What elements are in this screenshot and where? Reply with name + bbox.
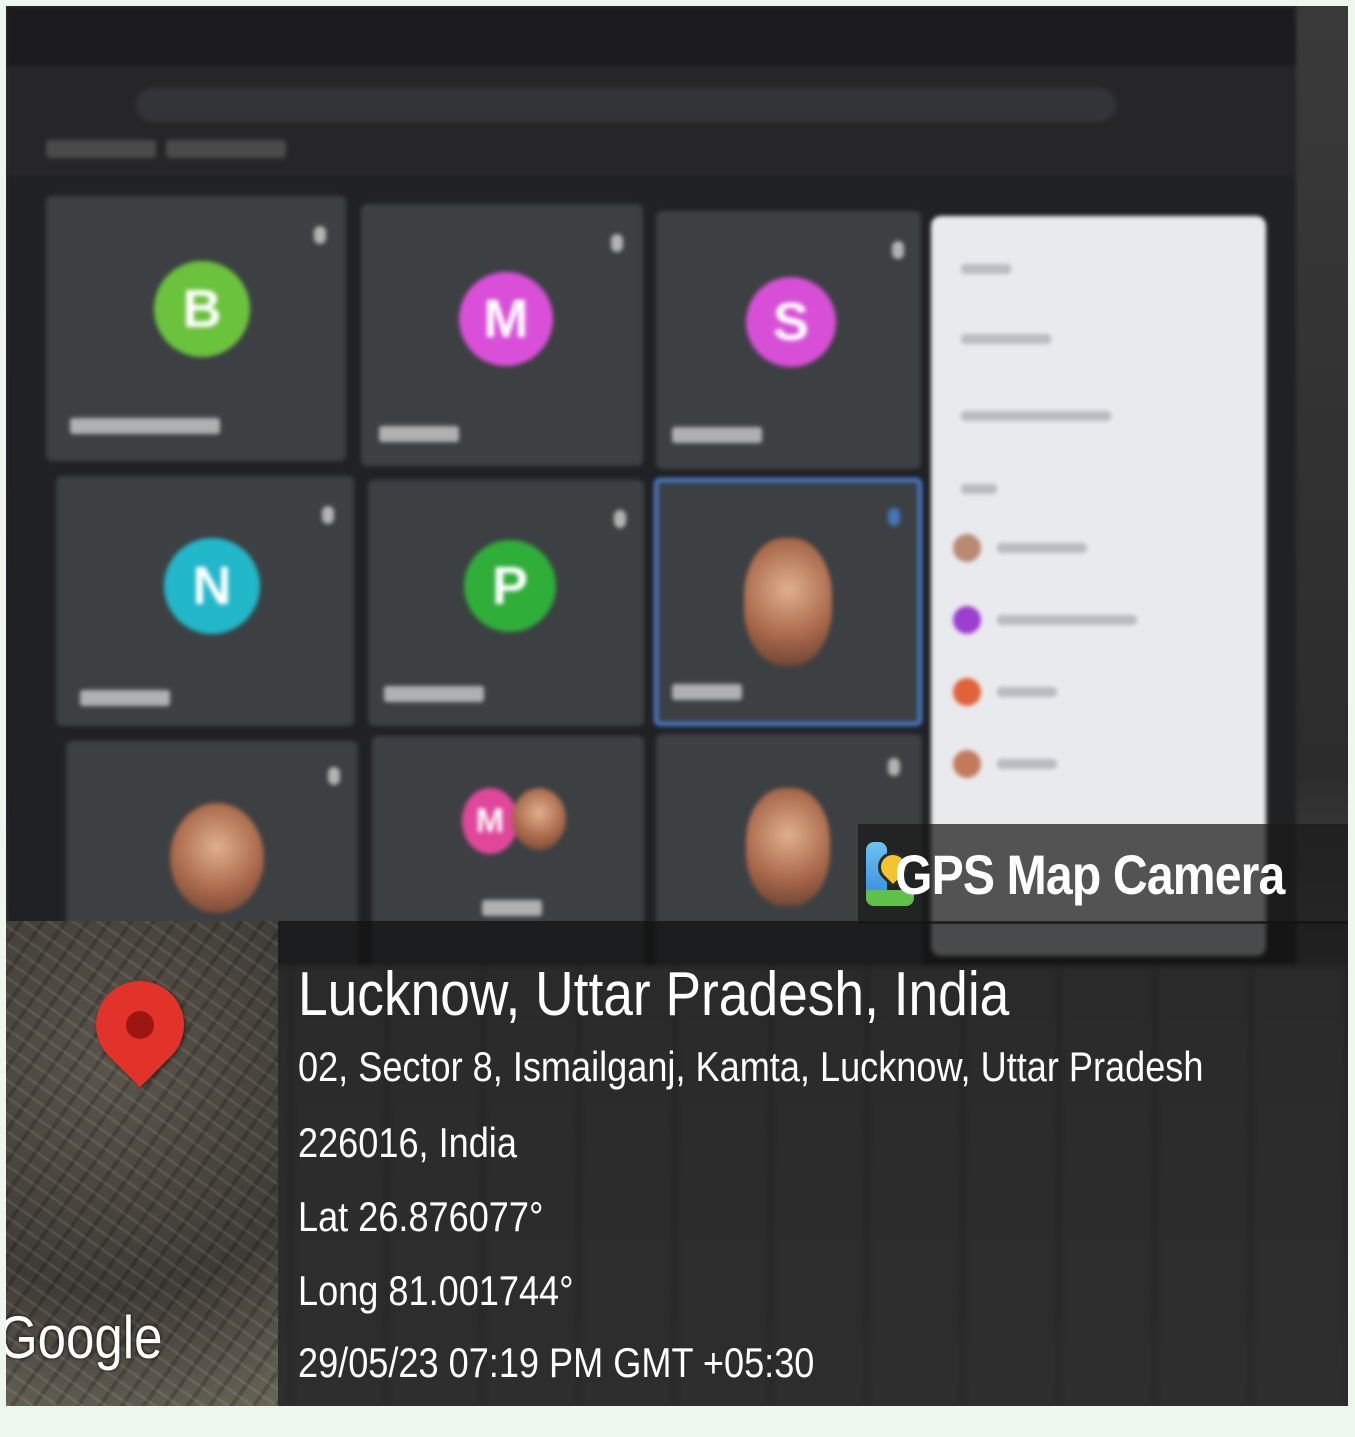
add-people-row (961, 334, 1051, 344)
location-info-panel: Google Lucknow, Uttar Pradesh, India 02,… (6, 921, 1348, 1406)
mic-off-icon (614, 510, 626, 528)
mic-off-icon (892, 241, 904, 259)
latitude: Lat 26.876077° (298, 1193, 544, 1240)
laptop-screen: B M S N P M (6, 6, 1296, 966)
participant-avatar: B (154, 261, 250, 357)
people-name (997, 759, 1057, 769)
bookmark-item (46, 140, 156, 158)
speaking-indicator-icon (888, 508, 900, 526)
participant-avatar: N (164, 538, 260, 634)
participant-photo (746, 788, 830, 906)
search-people-row (961, 411, 1111, 421)
mic-off-icon (328, 767, 340, 785)
panel-heading (961, 264, 1011, 274)
photo: B M S N P M GPS Map Camera Google Luckno… (6, 6, 1348, 1406)
mic-off-icon (611, 234, 623, 252)
datetime: 29/05/23 07:19 PM GMT +05:30 (298, 1339, 815, 1386)
participant-name (379, 426, 459, 442)
mic-off-icon (314, 226, 326, 244)
meeting-tile: M (361, 204, 643, 466)
participant-avatar: S (746, 277, 836, 367)
in-call-label (961, 484, 997, 494)
people-name (997, 543, 1087, 553)
meeting-tile: P (368, 480, 644, 726)
participant-avatar: M (462, 788, 518, 854)
meeting-tile: N (56, 476, 354, 726)
mic-off-icon (322, 506, 334, 524)
participant-photo (744, 538, 832, 666)
participant-photo (170, 803, 264, 913)
app-name: GPS Map Camera (895, 842, 1285, 906)
participant-name (482, 900, 542, 916)
participant-name (80, 690, 170, 706)
people-avatar (953, 534, 981, 562)
map-attribution: Google (6, 1304, 163, 1371)
participant-avatar: M (459, 272, 553, 366)
address-line-2: 226016, India (298, 1119, 517, 1166)
bookmark-item (166, 140, 286, 158)
participant-name (70, 418, 220, 434)
map-pin-icon (77, 962, 203, 1088)
location-title: Lucknow, Uttar Pradesh, India (298, 960, 1010, 1029)
mic-off-icon (888, 758, 900, 776)
browser-address-bar (6, 66, 1296, 176)
meeting-tile: S (656, 211, 921, 469)
people-name (997, 615, 1137, 625)
participant-name (672, 684, 742, 700)
url-field (136, 88, 1116, 122)
meeting-tile-active-speaker (654, 478, 922, 726)
longitude: Long 81.001744° (298, 1267, 574, 1314)
satellite-map-thumbnail: Google (6, 921, 278, 1406)
gps-map-camera-app-icon (866, 842, 915, 906)
browser-tab-bar (6, 6, 1296, 66)
participant-name (384, 686, 484, 702)
gps-app-banner: GPS Map Camera (858, 824, 1348, 924)
address-line-1: 02, Sector 8, Ismailganj, Kamta, Lucknow… (298, 1043, 1204, 1090)
participant-photo (512, 788, 566, 850)
people-avatar (953, 678, 981, 706)
participant-name (672, 427, 762, 443)
people-name (997, 687, 1057, 697)
participant-avatar: P (464, 540, 556, 632)
people-avatar (953, 606, 981, 634)
people-avatar (953, 750, 981, 778)
meeting-tile: B (46, 196, 346, 461)
